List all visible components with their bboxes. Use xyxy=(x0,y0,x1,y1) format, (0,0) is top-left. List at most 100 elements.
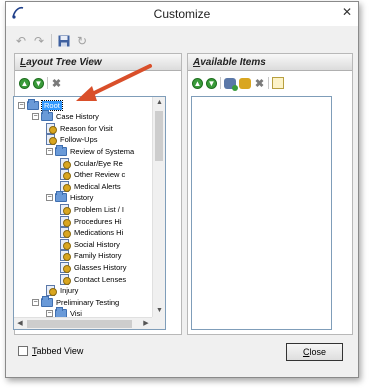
vertical-scrollbar[interactable]: ▲ ▼ xyxy=(152,97,165,317)
folder-icon xyxy=(27,98,39,110)
tree-item-label: Other Review c xyxy=(74,170,126,180)
tree-folder-item[interactable]: − Case History xyxy=(32,110,99,123)
folder-icon xyxy=(55,307,67,317)
tree-item-label: Medical Alerts xyxy=(74,181,121,191)
tree-leaf-item[interactable]: Medications Hi xyxy=(60,227,123,239)
tree-leaf-item[interactable]: Ocular/Eye Re xyxy=(60,157,123,169)
tree-leaf-item[interactable]: Follow-Ups xyxy=(46,134,98,146)
tree-item-label: Visi xyxy=(70,309,82,317)
add-special-icon[interactable] xyxy=(239,77,251,89)
form-item-icon xyxy=(60,261,71,273)
tree-folder-item[interactable]: − Preliminary Testing xyxy=(32,295,120,308)
tree-item-label: Review of Systema xyxy=(70,146,135,156)
tree-leaf-item[interactable]: Family History xyxy=(60,250,122,262)
tree-expander-icon[interactable]: − xyxy=(32,298,39,306)
tree-leaf-item[interactable]: Glasses History xyxy=(60,261,127,273)
tree-expander-icon[interactable]: − xyxy=(46,310,53,317)
form-item-icon xyxy=(60,203,71,215)
close-window-icon[interactable]: ✕ xyxy=(340,5,354,19)
form-item-icon xyxy=(60,273,71,285)
tree-item-label: Contact Lenses xyxy=(74,274,127,284)
tree-folder-item[interactable]: − Review of Systema xyxy=(46,144,135,157)
tree-item-label: Problem List / I xyxy=(74,204,125,214)
delete-icon[interactable]: ✖ xyxy=(51,77,62,90)
form-item-icon xyxy=(60,215,71,227)
save-icon[interactable] xyxy=(57,34,71,48)
form-item-icon xyxy=(46,285,57,297)
title-bar: Customize ✕ xyxy=(6,2,358,26)
form-item-icon xyxy=(60,169,71,181)
tree-item-label: Reason for Visit xyxy=(60,123,113,133)
toolbar-separator xyxy=(51,34,52,48)
close-button[interactable]: Close xyxy=(286,343,343,361)
tree-leaf-item[interactable]: Medical Alerts xyxy=(60,180,121,192)
main-toolbar: ↶ ↷ ↻ xyxy=(14,32,89,50)
form-item-icon xyxy=(60,238,71,250)
tree-item-label: Medications Hi xyxy=(74,228,124,238)
folder-icon xyxy=(55,191,67,203)
tree-leaf-item[interactable]: Contact Lenses xyxy=(60,273,126,285)
tree-item-label: Glasses History xyxy=(74,262,127,272)
form-item-icon xyxy=(60,157,71,169)
layout-tree-header: Layout Tree View xyxy=(15,54,181,71)
move-up-icon[interactable]: ▲ xyxy=(192,77,203,89)
form-item-icon xyxy=(60,250,71,262)
horizontal-scroll-thumb[interactable] xyxy=(27,320,132,328)
layout-tree-toolbar: ▲ ▼ ✖ xyxy=(19,76,62,90)
tree-folder-item[interactable]: − History xyxy=(46,191,93,204)
tree-item-label: Case History xyxy=(56,112,99,122)
folder-icon xyxy=(41,295,53,307)
move-up-icon[interactable]: ▲ xyxy=(19,77,30,89)
tree-expander-icon[interactable]: − xyxy=(32,113,39,121)
toolbar-separator xyxy=(220,77,221,89)
tree-item-label: Root xyxy=(41,99,63,111)
tree-leaf-item[interactable]: Procedures Hi xyxy=(60,215,122,227)
tree-item-label: Preliminary Testing xyxy=(56,297,120,307)
scroll-down-icon[interactable]: ▼ xyxy=(153,305,165,317)
scroll-right-icon[interactable]: ▶ xyxy=(140,318,152,329)
horizontal-scrollbar[interactable]: ◀ ▶ xyxy=(14,317,152,329)
tree-leaf-item[interactable]: Other Review c xyxy=(60,169,125,181)
tree-expander-icon[interactable]: − xyxy=(46,147,53,155)
tabbed-view-option[interactable]: Tabbed View xyxy=(18,346,83,356)
tabbed-view-label: Tabbed View xyxy=(32,346,84,356)
available-items-header: Available Items xyxy=(188,54,352,71)
tree-item-label: Social History xyxy=(74,239,120,249)
toolbar-separator xyxy=(47,77,48,89)
tree-item-label: Procedures Hi xyxy=(74,216,122,226)
form-item-icon xyxy=(46,134,57,146)
folder-icon xyxy=(41,110,53,122)
tree-folder-item[interactable]: − Visi xyxy=(46,307,82,317)
scroll-left-icon[interactable]: ◀ xyxy=(14,318,26,329)
tree-leaf-item[interactable]: Injury xyxy=(46,285,78,297)
tree-leaf-item[interactable]: Social History xyxy=(60,238,120,250)
form-item-icon xyxy=(60,227,71,239)
window-title: Customize xyxy=(153,7,211,21)
redo-icon[interactable]: ↷ xyxy=(32,34,46,48)
move-down-icon[interactable]: ▼ xyxy=(33,77,44,89)
add-item-icon[interactable] xyxy=(224,77,238,91)
available-items-list[interactable] xyxy=(191,96,332,330)
folder-icon xyxy=(55,144,67,156)
toolbar-separator xyxy=(268,77,269,89)
refresh-icon[interactable]: ↻ xyxy=(75,34,89,48)
layout-tree[interactable]: − Root − Case History Reason for Visit Follow… xyxy=(13,96,166,330)
tree-item-label: Ocular/Eye Re xyxy=(74,158,123,168)
vertical-scroll-thumb[interactable] xyxy=(155,111,163,161)
form-item-icon xyxy=(60,180,71,192)
tree-item-label: Injury xyxy=(60,286,79,296)
tree-expander-icon[interactable]: − xyxy=(18,101,25,109)
tree-item-label: Follow-Ups xyxy=(60,135,98,145)
tree-rows: − Root − Case History Reason for Visit Follow… xyxy=(14,97,152,317)
tree-folder-item[interactable]: − Root xyxy=(18,98,63,111)
tabbed-view-checkbox[interactable] xyxy=(18,346,28,356)
tree-leaf-item[interactable]: Problem List / I xyxy=(60,203,124,215)
undo-icon[interactable]: ↶ xyxy=(14,34,28,48)
available-items-toolbar: ▲ ▼ ✖ xyxy=(192,76,284,91)
tree-expander-icon[interactable]: − xyxy=(46,194,53,202)
scroll-up-icon[interactable]: ▲ xyxy=(153,97,165,109)
tree-leaf-item[interactable]: Reason for Visit xyxy=(46,122,113,134)
tree-view-icon[interactable] xyxy=(272,77,284,89)
move-down-icon[interactable]: ▼ xyxy=(206,77,217,89)
delete-icon[interactable]: ✖ xyxy=(254,77,265,90)
